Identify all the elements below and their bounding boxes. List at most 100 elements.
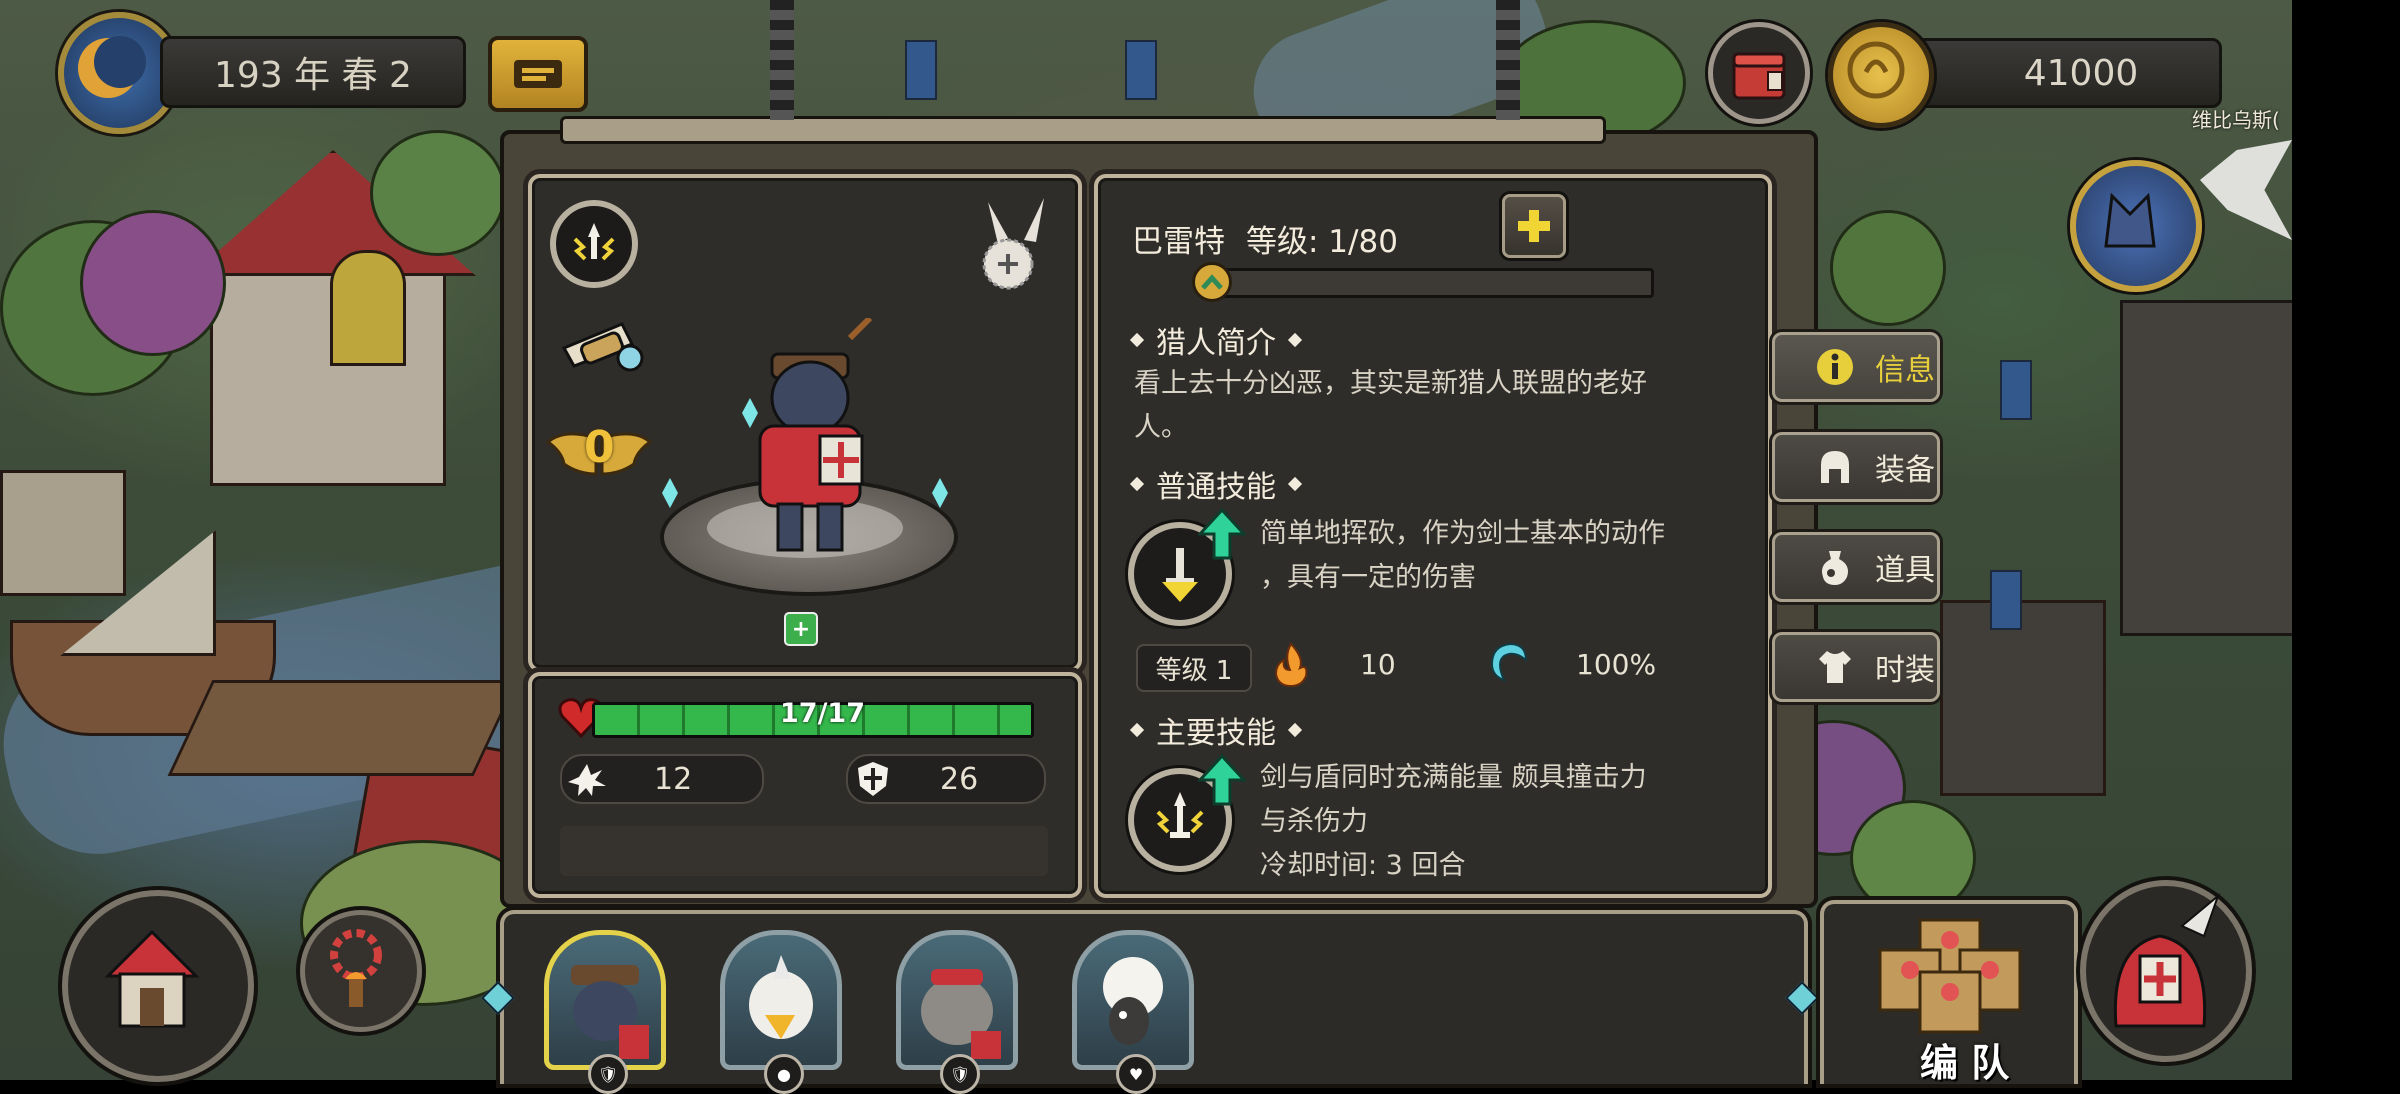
level-up-button[interactable]	[1502, 194, 1566, 258]
intro-title-text: 猎人简介	[1156, 326, 1276, 361]
accuracy-crescent-icon	[1490, 642, 1528, 682]
tab-items-label: 道具	[1875, 553, 1935, 588]
telescope-icon	[561, 322, 644, 372]
character-panel: 0 +	[528, 174, 1082, 672]
intro-line-1: 看上去十分凶恶，其实是新猎人联盟的老好	[1134, 368, 1647, 399]
chain-right	[1496, 0, 1520, 120]
team-button-label: 编 队	[1920, 1041, 2010, 1085]
team-cards-icon	[1878, 918, 2022, 1034]
tab-costume[interactable]: 时装	[1772, 632, 1940, 702]
hunter-portrait	[1072, 930, 1194, 1070]
shield-icon: 🛡	[940, 1054, 980, 1094]
house-icon	[104, 929, 200, 1028]
bullet-diamond	[1287, 332, 1303, 348]
fire-power-icon	[1274, 642, 1308, 688]
normal-skill-line-1: 简单地挥砍，作为剑士基本的动作	[1260, 518, 1665, 549]
normal-skill-section-title: 普通技能	[1118, 462, 1314, 506]
wolf-icon	[2104, 192, 2156, 248]
date-display: 193 年 春 2	[160, 36, 466, 108]
skill-accuracy-value: 100%	[1576, 648, 1657, 681]
eagle-hunter-portrait-icon	[749, 955, 813, 1039]
workshop-button[interactable]	[300, 910, 422, 1032]
xp-badge-icon	[1192, 262, 1232, 302]
roster-slot[interactable]: ●	[720, 930, 842, 1094]
tab-info-label: 信息	[1875, 353, 1935, 388]
bullet-diamond	[1287, 722, 1303, 738]
stats-panel: 17/17 12 26	[528, 672, 1082, 898]
shield-icon: 🛡	[588, 1054, 628, 1094]
crystal	[932, 478, 948, 508]
gold-amount: 41000	[2023, 52, 2139, 94]
ally-portrait[interactable]	[2070, 160, 2202, 292]
xp-bar	[1204, 268, 1654, 298]
gold-coin-icon	[1828, 22, 1934, 128]
paw-icon: ●	[764, 1054, 804, 1094]
main-skill-line-2: 与杀伤力	[1260, 806, 1368, 837]
normal-skill-title-text: 普通技能	[1156, 470, 1276, 505]
skill-level-text: 等级 1	[1155, 655, 1233, 686]
main-skill-title-text: 主要技能	[1156, 716, 1276, 751]
hunter-leader-button[interactable]	[2080, 880, 2252, 1062]
attack-stat: 12	[560, 754, 764, 804]
rank-badge: 0	[544, 418, 654, 488]
gift-box-icon	[1732, 52, 1786, 100]
attack-value: 12	[654, 761, 693, 797]
bullet-diamond	[1129, 722, 1145, 738]
hunter-portrait	[720, 930, 842, 1070]
intro-section-title: 猎人简介	[1118, 318, 1314, 362]
ally-name-label: 维比乌斯(	[2192, 108, 2280, 132]
gear-torch-icon	[330, 929, 382, 1007]
moon-sun-icon	[78, 36, 146, 98]
main-skill-desc: 剑与盾同时充满能量 颇具撞击力 与杀伤力 冷却时间: 3 回合	[1260, 756, 1750, 888]
heal-status-icon: +	[784, 612, 818, 646]
boar-swordsman-portrait-icon	[571, 965, 649, 1059]
sword-lightning-icon	[573, 223, 615, 261]
potion-bag-icon	[1822, 551, 1848, 585]
shop-chest-button[interactable]	[1708, 22, 1810, 124]
normal-skill-line-2: ，具有一定的伤害	[1260, 562, 1476, 593]
add-pet-button[interactable]	[978, 194, 1058, 294]
skill-power-value: 10	[1360, 648, 1396, 681]
bullet-diamond	[1287, 476, 1303, 492]
tab-items[interactable]: 道具	[1772, 532, 1940, 602]
info-panel: 巴雷特 等级: 1/80 猎人简介 看上去十分凶恶，其实是新猎人联盟的老好 人。…	[1094, 174, 1772, 898]
tab-info[interactable]: 信息	[1772, 332, 1940, 402]
heart-icon: ♥	[1116, 1054, 1156, 1094]
hunter-portrait	[896, 930, 1018, 1070]
tab-equipment[interactable]: 装备	[1772, 432, 1940, 502]
bullet-diamond	[1129, 476, 1145, 492]
boar-swordsman-figure	[758, 318, 873, 552]
main-skill-line-1: 剑与盾同时充满能量 颇具撞击力	[1260, 762, 1647, 793]
shirt-icon	[1819, 651, 1851, 683]
tab-costume-label: 时装	[1875, 653, 1935, 688]
hunter-level: 等级: 1/80	[1246, 224, 1398, 260]
main-skill-cooldown: 冷却时间: 3 回合	[1260, 850, 1466, 881]
defense-stat: 26	[846, 754, 1046, 804]
upgrade-arrow-icon[interactable]	[1198, 754, 1246, 806]
info-icon	[1817, 349, 1853, 385]
bunny-plus-icon	[982, 198, 1044, 290]
intro-line-2: 人。	[1134, 412, 1188, 443]
tab-equipment-label: 装备	[1875, 453, 1935, 488]
hunter-portrait	[544, 930, 666, 1070]
upgrade-arrow-icon[interactable]	[1198, 508, 1246, 560]
attack-burst-icon	[568, 764, 606, 796]
hunter-name: 巴雷特	[1132, 224, 1225, 260]
team-formation-button[interactable]: 编 队	[1820, 900, 2078, 1085]
plus-icon	[1518, 210, 1550, 242]
bullet-diamond	[1129, 332, 1145, 348]
roster-slot[interactable]: 🛡	[896, 930, 1018, 1094]
roster-slot[interactable]: ♥	[1072, 930, 1194, 1094]
roster-slot[interactable]: 🛡	[544, 930, 666, 1094]
armored-hunter-icon	[2113, 892, 2221, 1028]
class-emblem[interactable]	[550, 200, 638, 288]
chain-left	[770, 0, 794, 120]
telescope-button[interactable]	[552, 308, 648, 388]
date-text: 193 年 春 2	[214, 55, 412, 96]
ticket-icon	[514, 60, 562, 88]
frame-top-bar	[560, 116, 1606, 144]
defense-shield-icon	[858, 762, 888, 796]
helmet-icon	[1821, 451, 1849, 483]
town-hall-button[interactable]	[62, 890, 254, 1082]
calendar-button[interactable]	[488, 36, 588, 112]
